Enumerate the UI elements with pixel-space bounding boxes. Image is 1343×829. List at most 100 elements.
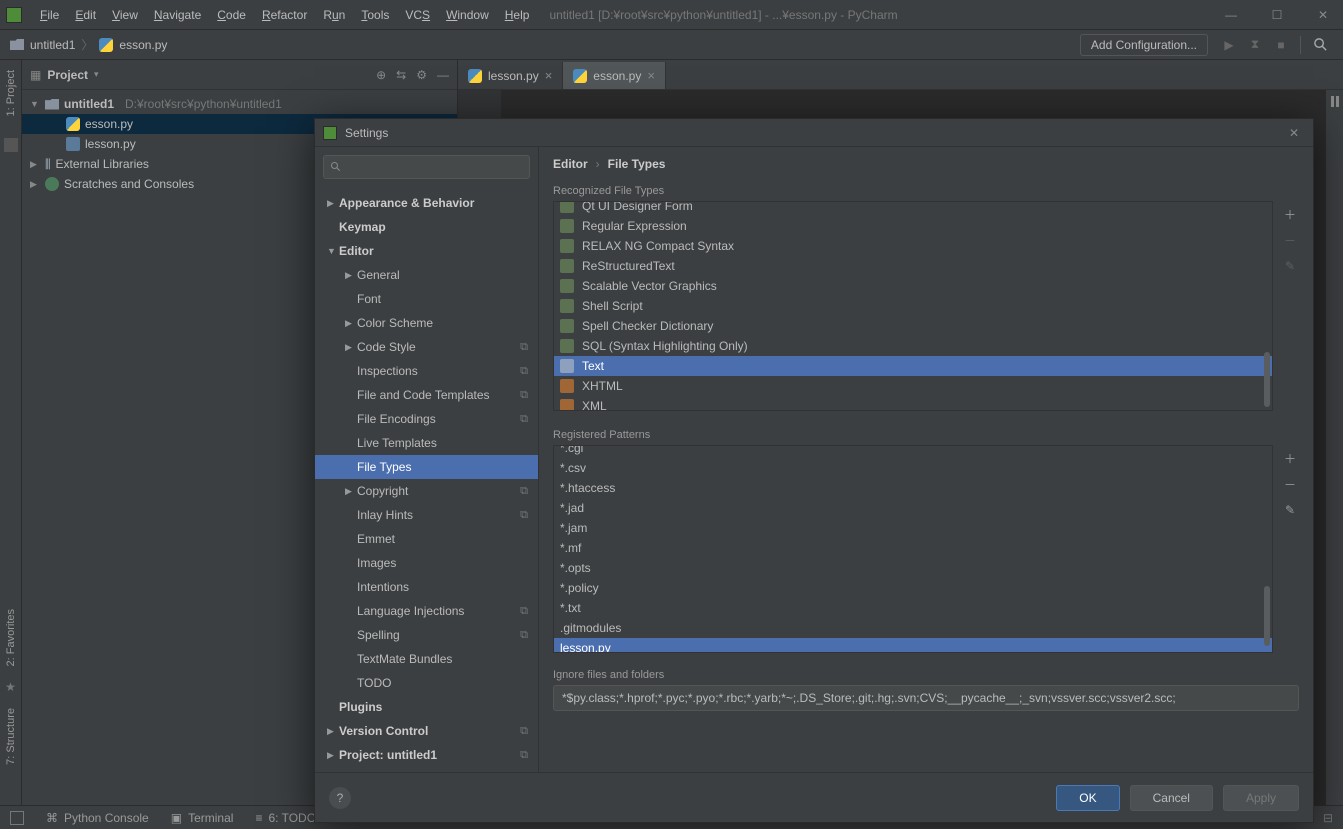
remove-file-type-button[interactable]: －	[1281, 231, 1299, 249]
file-type-item[interactable]: RELAX NG Compact Syntax	[582, 239, 734, 253]
menu-code[interactable]: Code	[209, 4, 254, 26]
gutter-tab-favorites[interactable]: 2: Favorites	[3, 599, 19, 676]
edit-file-type-button[interactable]: ✎	[1281, 257, 1299, 275]
nav-file-templates[interactable]: File and Code Templates⧉	[315, 383, 538, 407]
expand-icon[interactable]: ⇆	[396, 68, 406, 82]
gutter-tab-structure[interactable]: 7: Structure	[3, 698, 19, 775]
nav-inspections[interactable]: Inspections⧉	[315, 359, 538, 383]
ignore-input[interactable]	[553, 685, 1299, 711]
file-type-item[interactable]: Scalable Vector Graphics	[582, 279, 717, 293]
nav-textmate[interactable]: TextMate Bundles	[315, 647, 538, 671]
nav-copyright[interactable]: ▶Copyright⧉	[315, 479, 538, 503]
pattern-item[interactable]: *.jad	[560, 501, 584, 515]
add-file-type-button[interactable]: ＋	[1281, 205, 1299, 223]
todo-tab[interactable]: ≡6: TODO	[255, 811, 316, 825]
tab-esson[interactable]: esson.py×	[563, 62, 666, 89]
pattern-item[interactable]: *.csv	[560, 461, 586, 475]
file-type-item[interactable]: XML	[582, 399, 607, 411]
close-icon[interactable]: ×	[545, 68, 553, 83]
nav-live-templates[interactable]: Live Templates	[315, 431, 538, 455]
nav-emmet[interactable]: Emmet	[315, 527, 538, 551]
nav-general[interactable]: ▶General	[315, 263, 538, 287]
nav-font[interactable]: Font	[315, 287, 538, 311]
file-type-item[interactable]: SQL (Syntax Highlighting Only)	[582, 339, 748, 353]
search-input[interactable]	[346, 160, 523, 174]
nav-images[interactable]: Images	[315, 551, 538, 575]
menu-navigate[interactable]: Navigate	[146, 4, 209, 26]
project-root[interactable]: untitled1	[64, 97, 114, 111]
file-type-item[interactable]: Qt UI Designer Form	[582, 201, 693, 213]
pause-icon[interactable]	[1331, 96, 1339, 805]
file-type-item[interactable]: Regular Expression	[582, 219, 687, 233]
breadcrumb-project[interactable]: untitled1	[30, 38, 75, 52]
close-icon[interactable]: ×	[647, 68, 655, 83]
file-type-item[interactable]: Shell Script	[582, 299, 643, 313]
file-type-item[interactable]: XHTML	[582, 379, 623, 393]
gutter-tab-project[interactable]: 1: Project	[3, 60, 19, 126]
pattern-item[interactable]: *.txt	[560, 601, 581, 615]
locate-icon[interactable]: ⊕	[376, 68, 386, 82]
tree-file-esson[interactable]: esson.py	[85, 117, 133, 131]
menu-refactor[interactable]: Refactor	[254, 4, 315, 26]
nav-todo[interactable]: TODO	[315, 671, 538, 695]
file-type-item[interactable]: Spell Checker Dictionary	[582, 319, 713, 333]
pattern-item[interactable]: *.opts	[560, 561, 591, 575]
hide-icon[interactable]: ―	[437, 68, 449, 82]
minimize-button[interactable]: ―	[1217, 8, 1245, 22]
python-console-tab[interactable]: ⌘Python Console	[46, 811, 149, 825]
menu-edit[interactable]: Edit	[67, 4, 104, 26]
tool-window-icon[interactable]	[10, 811, 24, 825]
pattern-item[interactable]: .gitmodules	[560, 621, 621, 635]
file-type-item[interactable]: ReStructuredText	[582, 259, 675, 273]
nav-editor[interactable]: ▼Editor	[315, 239, 538, 263]
menu-run[interactable]: Run	[315, 4, 353, 26]
scratches[interactable]: Scratches and Consoles	[64, 177, 194, 191]
gutter-icon[interactable]	[4, 138, 18, 152]
stop-icon[interactable]: ■	[1271, 35, 1291, 55]
event-log-icon[interactable]: ⊟	[1323, 811, 1333, 825]
external-libraries[interactable]: External Libraries	[56, 157, 149, 171]
cancel-button[interactable]: Cancel	[1130, 785, 1213, 811]
settings-search[interactable]	[323, 155, 530, 179]
maximize-button[interactable]: ☐	[1263, 8, 1291, 22]
menu-window[interactable]: Window	[438, 4, 497, 26]
menu-view[interactable]: View	[104, 4, 146, 26]
nav-code-style[interactable]: ▶Code Style⧉	[315, 335, 538, 359]
file-types-list[interactable]: Qt UI Designer Form Regular Expression R…	[553, 201, 1273, 411]
ok-button[interactable]: OK	[1056, 785, 1119, 811]
nav-color-scheme[interactable]: ▶Color Scheme	[315, 311, 538, 335]
nav-appearance[interactable]: ▶Appearance & Behavior	[315, 191, 538, 215]
nav-file-encodings[interactable]: File Encodings⧉	[315, 407, 538, 431]
dialog-close-button[interactable]: ✕	[1283, 124, 1305, 142]
edit-pattern-button[interactable]: ✎	[1281, 501, 1299, 519]
close-button[interactable]: ✕	[1309, 8, 1337, 22]
nav-project[interactable]: ▶Project: untitled1⧉	[315, 743, 538, 767]
nav-lang-inject[interactable]: Language Injections⧉	[315, 599, 538, 623]
menu-file[interactable]: File	[32, 4, 67, 26]
nav-inlay-hints[interactable]: Inlay Hints⧉	[315, 503, 538, 527]
scrollbar[interactable]	[1264, 352, 1270, 407]
tab-lesson[interactable]: lesson.py×	[458, 62, 563, 89]
nav-keymap[interactable]: Keymap	[315, 215, 538, 239]
menu-help[interactable]: Help	[497, 4, 538, 26]
remove-pattern-button[interactable]: －	[1281, 475, 1299, 493]
nav-file-types[interactable]: File Types	[315, 455, 538, 479]
add-pattern-button[interactable]: ＋	[1281, 449, 1299, 467]
pattern-item-selected[interactable]: lesson.py	[560, 641, 611, 653]
nav-spelling[interactable]: Spelling⧉	[315, 623, 538, 647]
apply-button[interactable]: Apply	[1223, 785, 1299, 811]
breadcrumb-file[interactable]: esson.py	[119, 38, 167, 52]
nav-vcs[interactable]: ▶Version Control⧉	[315, 719, 538, 743]
gear-icon[interactable]: ⚙	[416, 68, 427, 82]
pattern-item[interactable]: *.policy	[560, 581, 599, 595]
patterns-list[interactable]: *.cgi *.csv *.htaccess *.jad *.jam *.mf …	[553, 445, 1273, 653]
help-button[interactable]: ?	[329, 787, 351, 809]
scrollbar[interactable]	[1264, 586, 1270, 646]
nav-plugins[interactable]: Plugins	[315, 695, 538, 719]
tree-file-lesson[interactable]: lesson.py	[85, 137, 136, 151]
terminal-tab[interactable]: ▣Terminal	[171, 811, 234, 825]
pattern-item[interactable]: *.htaccess	[560, 481, 615, 495]
pattern-item[interactable]: *.mf	[560, 541, 581, 555]
menu-vcs[interactable]: VCS	[397, 4, 438, 26]
debug-icon[interactable]: ⧗	[1245, 35, 1265, 55]
